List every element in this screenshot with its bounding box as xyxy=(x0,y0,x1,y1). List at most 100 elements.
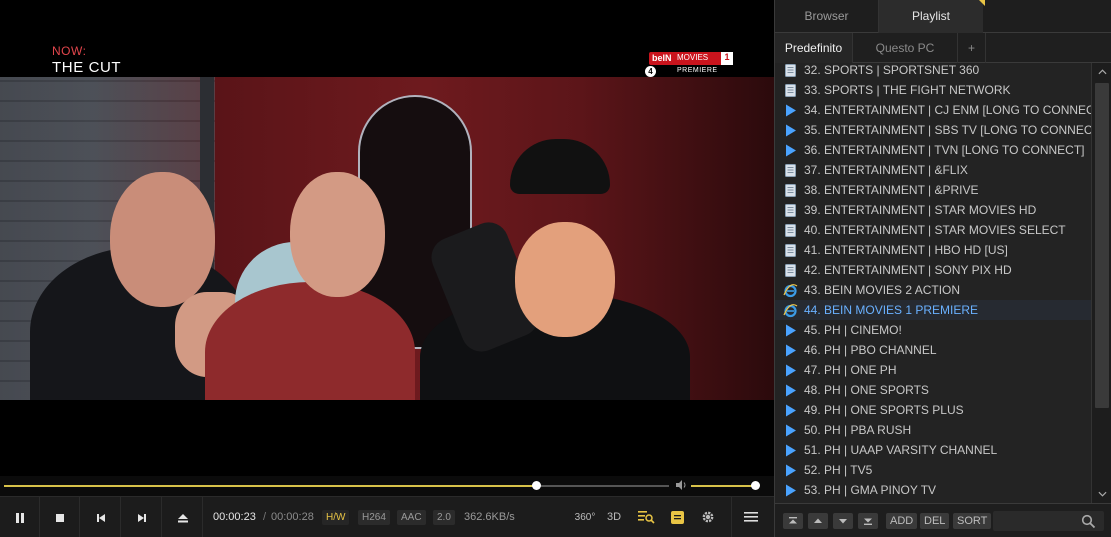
channel-name: MOVIES xyxy=(677,53,709,62)
speaker-icon[interactable] xyxy=(674,478,688,492)
video-area[interactable]: NOW: THE CUT beIN MOVIES 1 PREMIERE 4 xyxy=(0,0,774,476)
chevron-down-icon xyxy=(1097,491,1107,497)
playlist-item[interactable]: 37. ENTERTAINMENT | &FLIX xyxy=(775,160,1091,180)
search-input[interactable] xyxy=(997,513,1077,529)
playlist-item[interactable]: 42. ENTERTAINMENT | SONY PIX HD xyxy=(775,260,1091,280)
play-icon xyxy=(783,463,798,478)
seek-handle[interactable] xyxy=(532,481,541,490)
subtab-this-pc[interactable]: Questo PC xyxy=(853,33,958,63)
document-icon xyxy=(783,183,798,198)
playlist-item[interactable]: 50. PH | PBA RUSH xyxy=(775,420,1091,440)
playlist-item[interactable]: 43. BEIN MOVIES 2 ACTION xyxy=(775,280,1091,300)
eject-button[interactable] xyxy=(163,497,203,537)
playlist-item[interactable]: 38. ENTERTAINMENT | &PRIVE xyxy=(775,180,1091,200)
playlist-item[interactable]: 44. BEIN MOVIES 1 PREMIERE xyxy=(775,300,1091,320)
playlist-item-label: 38. ENTERTAINMENT | &PRIVE xyxy=(804,183,979,197)
search-icon[interactable] xyxy=(1081,514,1096,529)
volume-level xyxy=(691,485,755,487)
stop-button[interactable] xyxy=(40,497,80,537)
move-down-button[interactable] xyxy=(833,513,853,529)
play-icon xyxy=(783,483,798,498)
scrollbar-thumb[interactable] xyxy=(1095,83,1109,408)
playlist-item-label: 52. PH | TV5 xyxy=(804,463,873,477)
playlist-item[interactable]: 34. ENTERTAINMENT | CJ ENM [LONG TO CONN… xyxy=(775,100,1091,120)
move-up-button[interactable] xyxy=(808,513,828,529)
rating-badge: 4 xyxy=(645,66,656,77)
play-icon xyxy=(783,123,798,138)
settings-button[interactable] xyxy=(700,508,716,526)
playlist-item-label: 40. ENTERTAINMENT | STAR MOVIES SELECT xyxy=(804,223,1066,237)
tab-browser[interactable]: Browser xyxy=(775,0,879,33)
playlist-search xyxy=(993,511,1104,531)
stop-icon xyxy=(55,513,64,522)
playlist-item[interactable]: 46. PH | PBO CHANNEL xyxy=(775,340,1091,360)
play-icon xyxy=(783,323,798,338)
hamburger-icon xyxy=(744,512,758,522)
playlist-item[interactable]: 40. ENTERTAINMENT | STAR MOVIES SELECT xyxy=(775,220,1091,240)
vr-360-button[interactable]: 360° xyxy=(575,508,596,526)
playlist-item-label: 32. SPORTS | SPORTSNET 360 xyxy=(804,63,980,77)
playlist-item[interactable]: 47. PH | ONE PH xyxy=(775,360,1091,380)
menu-button[interactable] xyxy=(743,508,759,526)
seek-bar[interactable] xyxy=(0,476,774,496)
gear-icon xyxy=(702,511,714,523)
next-button[interactable] xyxy=(122,497,162,537)
skip-forward-icon xyxy=(137,513,146,522)
playlist-item-label: 33. SPORTS | THE FIGHT NETWORK xyxy=(804,83,1011,97)
video-codec-badge: H264 xyxy=(358,510,390,525)
3d-icon: 3D xyxy=(606,511,622,523)
volume-handle[interactable] xyxy=(751,481,760,490)
playlist-item[interactable]: 35. ENTERTAINMENT | SBS TV [LONG TO CONN… xyxy=(775,120,1091,140)
frame-cap xyxy=(510,139,610,194)
playlist-item-label: 49. PH | ONE SPORTS PLUS xyxy=(804,403,964,417)
playlist[interactable]: 32. SPORTS | SPORTSNET 360 33. SPORTS | T… xyxy=(775,63,1091,503)
tab-playlist[interactable]: Playlist xyxy=(879,0,983,33)
playlist-item[interactable]: 41. ENTERTAINMENT | HBO HD [US] xyxy=(775,240,1091,260)
move-bottom-button[interactable] xyxy=(858,513,878,529)
playlist-item[interactable]: 32. SPORTS | SPORTSNET 360 xyxy=(775,63,1091,80)
add-playlist-tab[interactable]: + xyxy=(958,33,986,63)
subtab-default[interactable]: Predefinito xyxy=(775,33,853,63)
playlist-scrollbar[interactable] xyxy=(1091,63,1111,503)
playlist-item-label: 39. ENTERTAINMENT | STAR MOVIES HD xyxy=(804,203,1037,217)
document-icon xyxy=(783,263,798,278)
subtitle-button[interactable] xyxy=(670,508,685,526)
playlist-item-label: 42. ENTERTAINMENT | SONY PIX HD xyxy=(804,263,1012,277)
playlist-item[interactable]: 51. PH | UAAP VARSITY CHANNEL xyxy=(775,440,1091,460)
playlist-item[interactable]: 36. ENTERTAINMENT | TVN [LONG TO CONNECT… xyxy=(775,140,1091,160)
pause-button[interactable] xyxy=(0,497,40,537)
video-player: NOW: THE CUT beIN MOVIES 1 PREMIERE 4 00… xyxy=(0,0,774,537)
tab-corner-marker xyxy=(979,0,985,6)
hw-decode-badge[interactable]: H/W xyxy=(322,510,350,525)
playlist-item[interactable]: 52. PH | TV5 xyxy=(775,460,1091,480)
channel-number: 1 xyxy=(721,52,733,65)
playlist-item[interactable]: 53. PH | GMA PINOY TV xyxy=(775,480,1091,500)
play-icon xyxy=(783,443,798,458)
playlist-toggle-button[interactable] xyxy=(637,508,655,526)
playlist-item[interactable]: 33. SPORTS | THE FIGHT NETWORK xyxy=(775,80,1091,100)
scroll-down-button[interactable] xyxy=(1092,485,1111,503)
playlist-item[interactable]: 48. PH | ONE SPORTS xyxy=(775,380,1091,400)
playlist-item-label: 48. PH | ONE SPORTS xyxy=(804,383,929,397)
playlist-item[interactable]: 49. PH | ONE SPORTS PLUS xyxy=(775,400,1091,420)
skip-back-icon xyxy=(96,513,105,522)
scroll-up-button[interactable] xyxy=(1092,63,1111,81)
sort-button[interactable]: SORT xyxy=(953,513,992,529)
playlist-item[interactable]: 39. ENTERTAINMENT | STAR MOVIES HD xyxy=(775,200,1091,220)
document-icon xyxy=(783,63,798,78)
move-up-icon xyxy=(814,518,822,523)
playlist-item-label: 50. PH | PBA RUSH xyxy=(804,423,912,437)
3d-button[interactable]: 3D xyxy=(606,508,622,526)
pause-icon xyxy=(15,512,24,523)
frame-head-right xyxy=(515,222,615,337)
previous-button[interactable] xyxy=(81,497,121,537)
now-label: NOW: xyxy=(52,44,87,58)
delete-button[interactable]: DEL xyxy=(920,513,950,529)
playlist-item-label: 36. ENTERTAINMENT | TVN [LONG TO CONNECT… xyxy=(804,143,1085,157)
playlist-item-label: 46. PH | PBO CHANNEL xyxy=(804,343,937,357)
add-button[interactable]: ADD xyxy=(886,513,918,529)
playlist-item-label: 41. ENTERTAINMENT | HBO HD [US] xyxy=(804,243,1008,257)
move-top-button[interactable] xyxy=(783,513,803,529)
playlist-item[interactable]: 45. PH | CINEMO! xyxy=(775,320,1091,340)
playlist-footer: ADD DEL SORT xyxy=(775,503,1111,537)
